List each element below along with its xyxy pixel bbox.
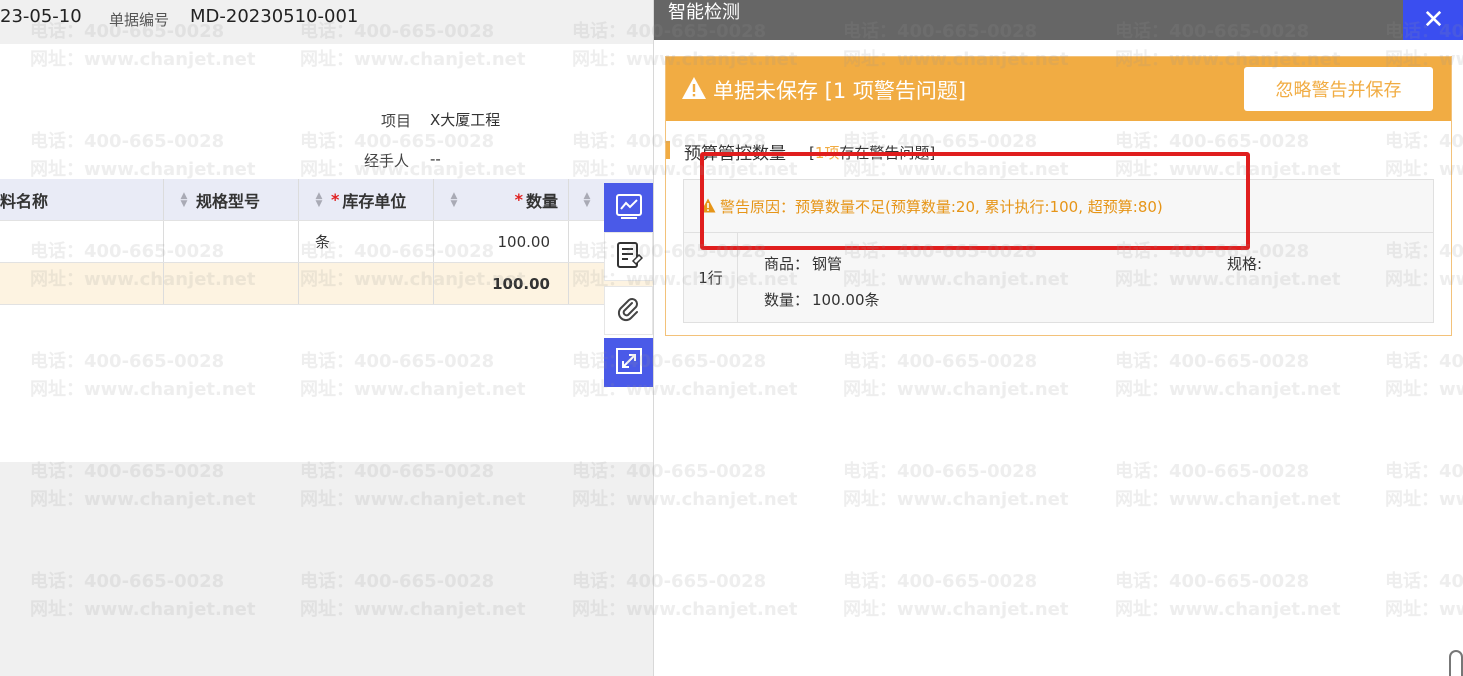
watermark-phone: 电话：400-665-0028 [30, 571, 225, 592]
document-date: 23-05-10 [0, 6, 82, 27]
panel-title-bar: 智能检测 ✕ [654, 0, 1463, 40]
grid-header-row: 料名称 ▲ ▼ 规格型号 ▲ ▼ * 库存单位 ▲ ▼ * 数量 ▲ ▼ [0, 179, 654, 221]
project-label: 项目 [381, 112, 412, 130]
handler-value[interactable]: -- [430, 150, 441, 168]
watermark-text: 电话：400-665-0028 网址：www.chanjet.net [300, 458, 525, 514]
section-marker [666, 141, 670, 159]
document-number: MD-20230510-001 [190, 6, 359, 27]
document-number-label: 单据编号 [109, 11, 170, 29]
cell-unit[interactable]: 条 [299, 221, 434, 262]
highlight-frame [700, 152, 1250, 250]
cell-spec[interactable] [164, 221, 299, 262]
warning-banner-text: 单据未保存 [1 项警告问题] [713, 79, 967, 103]
total-cell-spec [164, 263, 299, 304]
scroll-handle[interactable] [1449, 650, 1463, 676]
expand-button[interactable] [604, 338, 653, 387]
required-mark: * [331, 190, 340, 209]
sort-icon[interactable]: ▲ ▼ [450, 191, 458, 208]
note-list-icon [615, 241, 643, 273]
column-header-name-label: 料名称 [0, 191, 49, 211]
watermark-phone: 电话：400-665-0028 [300, 571, 495, 592]
expand-icon [615, 347, 643, 379]
column-header-unit-label: 库存单位 [342, 191, 407, 211]
close-icon: ✕ [1422, 5, 1445, 35]
smart-check-panel: 智能检测 ✕ 单据未保存 [1 项警告问题] 忽略警告并保存 预算管控数量 [1… [653, 0, 1463, 676]
watermark-phone: 电话：400-665-0028 [30, 461, 225, 482]
watermark-text: 电话：400-665-0028 网址：www.chanjet.net [300, 568, 525, 624]
watermark-phone: 电话：400-665-0028 [300, 461, 495, 482]
total-cell-unit [299, 263, 434, 304]
column-header-next[interactable]: ▲ ▼ [569, 179, 609, 220]
warning-icon [681, 76, 707, 104]
column-header-spec-label: 规格型号 [196, 191, 261, 211]
watermark-text: 电话：400-665-0028 网址：www.chanjet.net [30, 568, 255, 624]
attachment-icon [615, 295, 643, 327]
note-list-button[interactable] [604, 232, 653, 281]
total-cell-name [0, 263, 164, 304]
product-value: 钢管 [812, 255, 843, 273]
spec-label: 规格: [1227, 255, 1263, 273]
sort-icon[interactable]: ▲ ▼ [583, 191, 591, 208]
column-header-qty-label: 数量 [525, 191, 558, 211]
trend-chart-icon [615, 193, 643, 223]
detail-grid: 料名称 ▲ ▼ 规格型号 ▲ ▼ * 库存单位 ▲ ▼ * 数量 ▲ ▼ 条 100.0… [0, 179, 654, 305]
watermark-site: 网址：www.chanjet.net [30, 489, 256, 510]
trend-chart-button[interactable] [604, 183, 653, 232]
required-mark: * [514, 190, 523, 209]
watermark-site: 网址：www.chanjet.net [300, 489, 526, 510]
project-value[interactable]: X大厦工程 [430, 109, 500, 130]
column-header-unit[interactable]: ▲ ▼ * 库存单位 [299, 179, 434, 220]
attachment-button[interactable] [604, 286, 653, 335]
table-row[interactable]: 条 100.00 [0, 221, 654, 263]
column-header-qty[interactable]: ▲ ▼ * 数量 [434, 179, 569, 220]
total-qty: 100.00 [434, 263, 569, 304]
column-header-spec[interactable]: ▲ ▼ 规格型号 [164, 179, 299, 220]
product-label: 商品： [764, 255, 810, 273]
sort-icon[interactable]: ▲ ▼ [315, 191, 323, 208]
watermark-text: 电话：400-665-0028 网址：www.chanjet.net [30, 458, 255, 514]
quantity-label: 数量： [764, 291, 810, 309]
watermark-site: 网址：www.chanjet.net [30, 599, 256, 620]
watermark-site: 网址：www.chanjet.net [300, 599, 526, 620]
total-row: 100.00 [0, 263, 654, 305]
close-button[interactable]: ✕ [1403, 0, 1463, 40]
handler-label: 经手人 [364, 152, 410, 170]
quantity-value: 100.00条 [812, 291, 880, 309]
ignore-warning-save-button[interactable]: 忽略警告并保存 [1244, 67, 1433, 111]
cell-name[interactable] [0, 221, 164, 262]
panel-title: 智能检测 [668, 2, 740, 23]
sort-icon[interactable]: ▲ ▼ [180, 191, 188, 208]
warning-banner: 单据未保存 [1 项警告问题] 忽略警告并保存 [666, 57, 1451, 121]
document-header: 23-05-10 单据编号 MD-20230510-001 [0, 0, 654, 44]
column-header-name[interactable]: 料名称 [0, 179, 164, 220]
cell-qty[interactable]: 100.00 [434, 221, 569, 262]
